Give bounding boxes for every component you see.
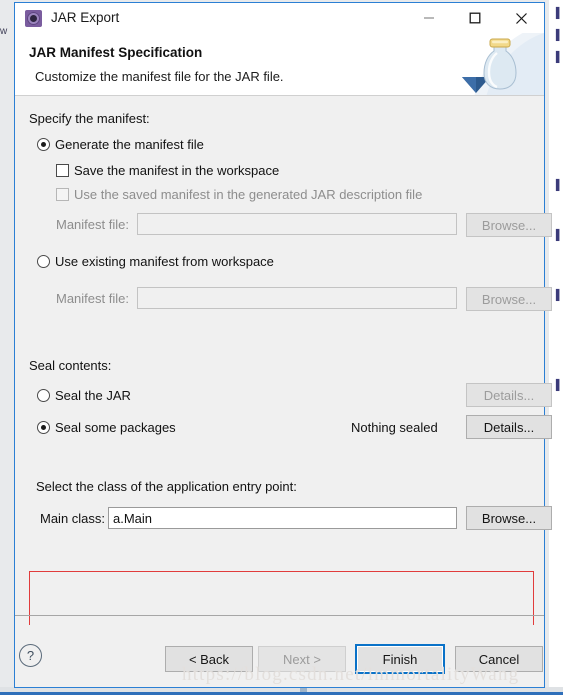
background-fragment-3: ▌ <box>555 52 563 63</box>
checkbox-save-manifest-label: Save the manifest in the workspace <box>74 163 280 178</box>
background-fragment-4: ▌ <box>555 180 563 191</box>
cancel-button[interactable]: Cancel <box>455 646 543 672</box>
checkbox-save-manifest-workspace[interactable]: Save the manifest in the workspace <box>56 163 279 178</box>
radio-generate-manifest-indicator <box>37 138 50 151</box>
manifest-file-label-2: Manifest file: <box>56 291 129 306</box>
jar-export-app-icon <box>25 9 42 27</box>
help-icon[interactable]: ? <box>19 644 42 667</box>
main-class-browse-button[interactable]: Browse... <box>466 506 552 530</box>
background-fragment-1: ▌ <box>555 8 563 19</box>
seal-jar-details-button: Details... <box>466 383 552 407</box>
window-controls <box>406 3 544 33</box>
manifest-group-label: Specify the manifest: <box>29 111 150 126</box>
browse-button-2: Browse... <box>466 287 552 311</box>
main-class-label: Main class: <box>40 511 106 526</box>
back-button[interactable]: < Back <box>165 646 253 672</box>
main-class-input[interactable]: a.Main <box>108 507 457 529</box>
radio-seal-jar[interactable]: Seal the JAR <box>37 388 131 403</box>
background-left-fragment: w <box>0 26 7 37</box>
radio-seal-some-packages-label: Seal some packages <box>55 420 176 435</box>
wizard-header: JAR Manifest Specification Customize the… <box>15 33 544 96</box>
finish-button[interactable]: Finish <box>355 644 445 674</box>
page-subtitle: Customize the manifest file for the JAR … <box>35 69 284 84</box>
manifest-file-input-1[interactable] <box>137 213 457 235</box>
maximize-icon[interactable] <box>452 3 498 33</box>
footer-divider <box>15 615 544 616</box>
radio-use-existing-manifest-label: Use existing manifest from workspace <box>55 254 274 269</box>
background-fragment-7: ▌ <box>555 380 563 391</box>
page-title: JAR Manifest Specification <box>29 45 203 60</box>
close-icon[interactable] <box>498 3 544 33</box>
radio-use-existing-manifest-indicator <box>37 255 50 268</box>
radio-generate-manifest-label: Generate the manifest file <box>55 137 204 152</box>
minimize-icon[interactable] <box>406 3 452 33</box>
checkbox-use-saved-manifest: Use the saved manifest in the generated … <box>56 187 422 202</box>
seal-group-label: Seal contents: <box>29 358 112 373</box>
background-fragment-2: ▌ <box>555 30 563 41</box>
jar-illustration-icon <box>462 33 544 95</box>
seal-packages-details-button[interactable]: Details... <box>466 415 552 439</box>
manifest-file-input-2[interactable] <box>137 287 457 309</box>
next-button: Next > <box>258 646 346 672</box>
checkbox-save-manifest-indicator <box>56 164 69 177</box>
background-right-panel <box>549 0 563 695</box>
jar-export-dialog: JAR Export JAR Manifest Specification Cu… <box>14 2 552 688</box>
radio-use-existing-manifest[interactable]: Use existing manifest from workspace <box>37 254 274 269</box>
entry-point-group-label: Select the class of the application entr… <box>36 479 297 494</box>
radio-seal-some-packages[interactable]: Seal some packages <box>37 420 176 435</box>
radio-seal-some-packages-indicator <box>37 421 50 434</box>
radio-seal-jar-indicator <box>37 389 50 402</box>
title-bar: JAR Export <box>15 3 544 33</box>
background-fragment-6: ▌ <box>555 290 563 301</box>
checkbox-use-saved-manifest-indicator <box>56 188 69 201</box>
sealed-status-text: Nothing sealed <box>351 420 438 435</box>
window-title: JAR Export <box>51 10 120 26</box>
background-fragment-5: ▌ <box>555 230 563 241</box>
radio-seal-jar-label: Seal the JAR <box>55 388 131 403</box>
checkbox-use-saved-manifest-label: Use the saved manifest in the generated … <box>74 187 423 202</box>
dialog-body: Specify the manifest: Generate the manif… <box>15 96 552 643</box>
screen: w ▌ ▌ ▌ ▌ ▌ ▌ ▌ JAR Export JAR Manifest … <box>0 0 563 695</box>
radio-generate-manifest[interactable]: Generate the manifest file <box>37 137 204 152</box>
manifest-file-label-1: Manifest file: <box>56 217 129 232</box>
browse-button-1: Browse... <box>466 213 552 237</box>
